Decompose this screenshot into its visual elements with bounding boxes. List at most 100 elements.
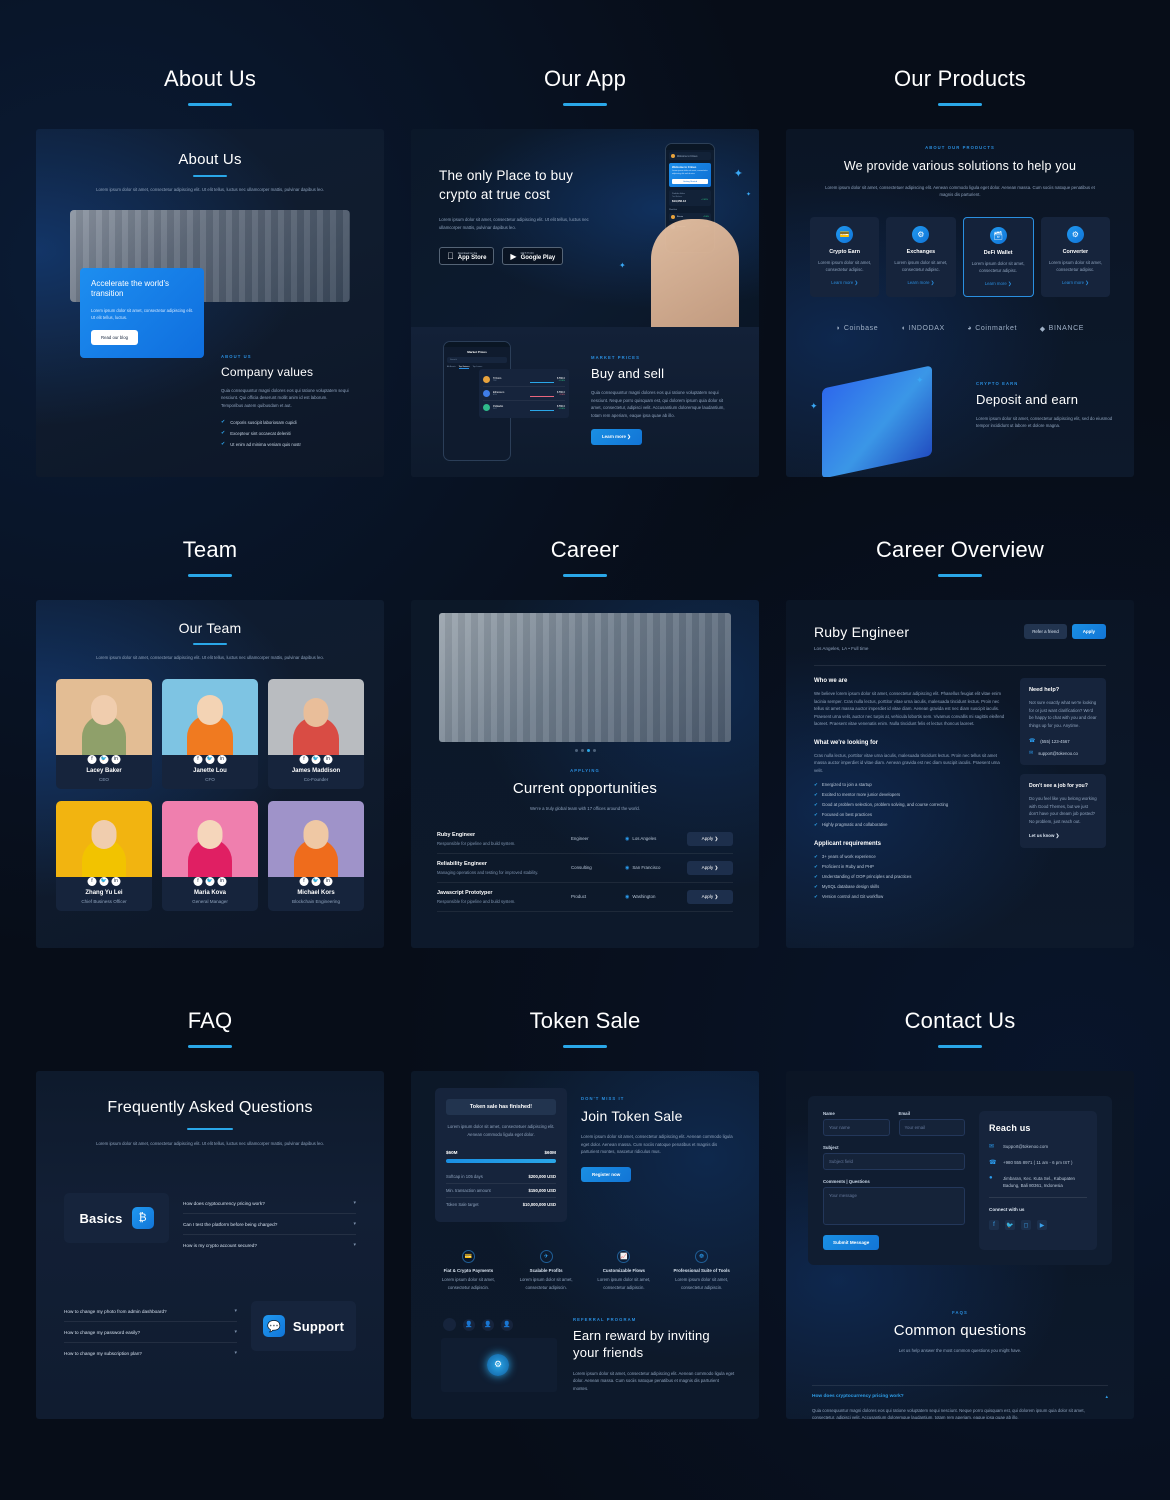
chevron-down-icon[interactable]: ▾ [353, 1242, 356, 1248]
team-member-card[interactable]: f 🐦 in Lacey Baker CEO [56, 678, 152, 789]
screenshot-faq[interactable]: Frequently Asked Questions Lorem ipsum d… [36, 1071, 384, 1419]
play-icon: ▶ [510, 252, 516, 261]
screenshot-career-overview[interactable]: Ruby Engineer Los Angeles, LA • Full tim… [786, 600, 1134, 948]
submit-message-button[interactable]: Submit Message [823, 1235, 880, 1250]
read-blog-button[interactable]: Read our blog [91, 330, 138, 346]
check-icon: ✔ [814, 802, 818, 808]
email-input[interactable]: Your email [898, 1119, 965, 1136]
job-row[interactable]: Reliability Engineer Managing operations… [437, 854, 733, 883]
linkedin-icon[interactable]: in [323, 754, 333, 764]
learn-more-link[interactable]: Learn more ❯ [971, 281, 1026, 287]
faq-row[interactable]: Can I test the platform before being cha… [183, 1214, 356, 1236]
learn-more-button[interactable]: Learn more ❯ [591, 429, 642, 446]
name-input[interactable]: Your name [823, 1119, 890, 1136]
faq-row[interactable]: How to change my password easily? ▾ [64, 1322, 237, 1344]
social-links[interactable]: f 🐦 ◻ ▶ [989, 1220, 1087, 1231]
facebook-icon[interactable]: f [193, 754, 203, 764]
facebook-icon[interactable]: f [193, 876, 203, 886]
looking-item: ✔ Good at problem selection, problem solv… [814, 802, 949, 808]
learn-more-link[interactable]: Learn more ❯ [893, 280, 948, 286]
chevron-down-icon[interactable]: ▾ [353, 1200, 356, 1206]
job-row[interactable]: Ruby Engineer Responsible for pipeline a… [437, 825, 733, 854]
member-socials[interactable]: f 🐦 in [299, 754, 333, 764]
facebook-icon[interactable]: f [299, 876, 309, 886]
facebook-icon[interactable]: f [87, 876, 97, 886]
member-socials[interactable]: f 🐦 in [193, 754, 227, 764]
job-row[interactable]: Javascript Prototyper Responsible for pi… [437, 883, 733, 912]
getting-started-button[interactable]: Getting Started [672, 179, 708, 184]
google-play-button[interactable]: ▶ GET IT ON Google Play [502, 247, 564, 266]
twitter-icon[interactable]: 🐦 [1005, 1220, 1015, 1231]
apply-button[interactable]: Apply ❯ [687, 889, 733, 904]
reach-phone-row[interactable]: ☎ +980 555 8971 ( 11 am - 6 pm IST ) [989, 1159, 1087, 1167]
twitter-icon[interactable]: 🐦 [205, 754, 215, 764]
learn-more-link[interactable]: Learn more ❯ [1048, 280, 1103, 286]
product-card-crypto-earn[interactable]: 💳 Crypto Earn Lorem ipsum dolor sit amet… [810, 216, 880, 297]
product-card-converter[interactable]: ⚙ Converter Lorem ipsum dolor sit amet, … [1040, 216, 1110, 297]
chevron-down-icon[interactable]: ▾ [234, 1350, 237, 1356]
carousel-dot-active[interactable] [586, 749, 590, 752]
linkedin-icon[interactable]: in [323, 876, 333, 886]
learn-more-link[interactable]: Learn more ❯ [817, 280, 872, 286]
instagram-icon[interactable]: ◻ [1021, 1220, 1031, 1231]
screenshot-about-us[interactable]: About Us Lorem ipsum dolor sit amet, con… [36, 129, 384, 477]
facebook-icon[interactable]: f [989, 1220, 999, 1231]
linkedin-icon[interactable]: in [111, 876, 121, 886]
carousel-dot[interactable] [580, 749, 584, 752]
twitter-icon[interactable]: 🐦 [311, 876, 321, 886]
market-search-input[interactable]: Search [447, 357, 507, 363]
help-email-row[interactable]: ✉ support@tokenoo.co [1029, 750, 1097, 756]
faq-row[interactable]: How to change my photo from admin dashbo… [64, 1301, 237, 1323]
team-member-card[interactable]: f 🐦 in Michael Kors Blockchain Engineeri… [268, 800, 364, 911]
facebook-icon[interactable]: f [87, 754, 97, 764]
screenshot-token-sale[interactable]: Token sale has finished! Lorem ipsum dol… [411, 1071, 759, 1419]
chevron-down-icon[interactable]: ▾ [353, 1221, 356, 1227]
facebook-icon[interactable]: f [299, 754, 309, 764]
subject-input[interactable]: Subject field [823, 1153, 965, 1170]
check-icon: ✔ [814, 894, 818, 900]
product-card-defi-wallet[interactable]: 🗃 DeFi Wallet Lorem ipsum dolor sit amet… [962, 216, 1034, 297]
team-member-card[interactable]: f 🐦 in Maria Kova General Manager [162, 800, 258, 911]
screenshot-our-app[interactable]: The only Place to buy crypto at true cos… [411, 129, 759, 477]
carousel-dot[interactable] [574, 749, 578, 752]
twitter-icon[interactable]: 🐦 [99, 754, 109, 764]
member-socials[interactable]: f 🐦 in [299, 876, 333, 886]
apply-button[interactable]: Apply ❯ [687, 831, 733, 846]
apply-button[interactable]: Apply [1071, 624, 1106, 639]
chevron-up-icon[interactable]: ▴ [1105, 1394, 1108, 1400]
refer-friend-button[interactable]: Refer a friend [1024, 624, 1067, 639]
youtube-icon[interactable]: ▶ [1037, 1220, 1047, 1231]
register-now-button[interactable]: Register now [581, 1166, 632, 1182]
linkedin-icon[interactable]: in [217, 754, 227, 764]
twitter-icon[interactable]: 🐦 [311, 754, 321, 764]
twitter-icon[interactable]: 🐦 [99, 876, 109, 886]
help-phone-row[interactable]: ☎ (555) 123-4567 [1029, 738, 1097, 744]
faq-row[interactable]: How does cryptocurrency pricing work? ▾ [183, 1193, 356, 1215]
member-socials[interactable]: f 🐦 in [87, 876, 121, 886]
faq-row[interactable]: How to change my subscription plan? ▾ [64, 1343, 237, 1363]
message-textarea[interactable]: Your message [823, 1187, 965, 1225]
screenshot-team[interactable]: Our Team Lorem ipsum dolor sit amet, con… [36, 600, 384, 948]
chevron-down-icon[interactable]: ▾ [234, 1329, 237, 1335]
team-member-card[interactable]: f 🐦 in James Maddison Co-Founder [268, 678, 364, 789]
let-us-know-link[interactable]: Let us know ❯ [1029, 833, 1097, 839]
team-member-card[interactable]: f 🐦 in Janette Lou CFO [162, 678, 258, 789]
carousel-dot[interactable] [592, 749, 596, 752]
screenshot-our-products[interactable]: ABOUT OUR PRODUCTS We provide various so… [786, 129, 1134, 477]
screenshot-contact-us[interactable]: Name Your name Email Your email Subject … [786, 1071, 1134, 1419]
team-member-card[interactable]: f 🐦 in Zhang Yu Lei Chief Business Offic… [56, 800, 152, 911]
app-store-button[interactable]:  Download on the App Store [439, 247, 495, 266]
linkedin-icon[interactable]: in [217, 876, 227, 886]
twitter-icon[interactable]: 🐦 [205, 876, 215, 886]
open-faq-row[interactable]: How does cryptocurrency pricing work? ▴ [812, 1384, 1108, 1400]
chevron-down-icon[interactable]: ▾ [234, 1308, 237, 1314]
member-socials[interactable]: f 🐦 in [193, 876, 227, 886]
linkedin-icon[interactable]: in [111, 754, 121, 764]
carousel-dots[interactable] [439, 749, 731, 752]
product-card-exchanges[interactable]: ⚙ Exchanges Lorem ipsum dolor sit amet, … [886, 216, 956, 297]
member-socials[interactable]: f 🐦 in [87, 754, 121, 764]
faq-row[interactable]: How is my crypto account secured? ▾ [183, 1235, 356, 1255]
apply-button[interactable]: Apply ❯ [687, 860, 733, 875]
screenshot-career[interactable]: APPLYING Current opportunities We're a t… [411, 600, 759, 948]
reach-email-row[interactable]: ✉ Support@tokenoo.com [989, 1143, 1087, 1151]
